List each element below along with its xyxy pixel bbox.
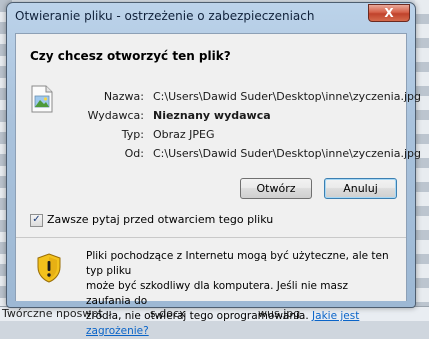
field-from-row: Od: C:\Users\Dawid Suder\Desktop\inne\zy… <box>16 147 421 163</box>
warning-line-2: może być szkodliwy dla komputera. Jeśli … <box>86 280 348 307</box>
field-type-label: Typ: <box>121 128 144 141</box>
warning-line-1: Pliki pochodzące z Internetu mogą być uż… <box>86 250 389 277</box>
field-name-row: Nazwa: C:\Users\Dawid Suder\Desktop\inne… <box>16 90 421 106</box>
field-publisher-value: Nieznany wydawca <box>153 109 271 122</box>
close-icon: X <box>384 6 394 20</box>
security-warning-dialog: Otwieranie pliku - ostrzeżenie o zabezpi… <box>6 2 421 337</box>
security-shield-icon <box>37 253 61 283</box>
warning-panel: Pliki pochodzące z Internetu mogą być uż… <box>16 238 406 337</box>
warning-line-3-wrapper: źródła, nie otwieraj tego oprogramowania… <box>86 309 396 339</box>
warning-message: Pliki pochodzące z Internetu mogą być uż… <box>86 249 396 339</box>
background-right-strip <box>415 0 429 321</box>
field-from-label: Od: <box>124 147 144 160</box>
field-name-value: C:\Users\Dawid Suder\Desktop\inne\zyczen… <box>153 90 421 103</box>
field-type-value: Obraz JPEG <box>153 128 215 141</box>
field-publisher-row: Wydawca: Nieznany wydawca <box>16 109 406 125</box>
cancel-button[interactable]: Anuluj <box>324 178 397 199</box>
window-title: Otwieranie pliku - ostrzeżenie o zabezpi… <box>15 9 315 23</box>
field-name-label: Nazwa: <box>103 90 144 103</box>
field-type-row: Typ: Obraz JPEG <box>16 128 406 144</box>
close-button[interactable]: X <box>368 4 410 22</box>
field-publisher-label: Wydawca: <box>87 109 144 122</box>
field-from-value: C:\Users\Dawid Suder\Desktop\inne\zyczen… <box>153 147 421 160</box>
always-ask-checkbox[interactable]: ✓ <box>30 214 43 227</box>
title-bar[interactable]: Otwieranie pliku - ostrzeżenie o zabezpi… <box>7 3 415 30</box>
open-button[interactable]: Otwórz <box>240 178 312 199</box>
file-info-panel: Czy chcesz otworzyć ten plik? Nazwa: C:\… <box>16 34 421 237</box>
warning-line-3: źródła, nie otwieraj tego oprogramowania… <box>86 310 309 322</box>
always-ask-label[interactable]: Zawsze pytaj przed otwarciem tego pliku <box>47 213 273 226</box>
dialog-content: Czy chcesz otworzyć ten plik? Nazwa: C:\… <box>15 33 421 337</box>
question-heading: Czy chcesz otworzyć ten plik? <box>30 49 231 63</box>
